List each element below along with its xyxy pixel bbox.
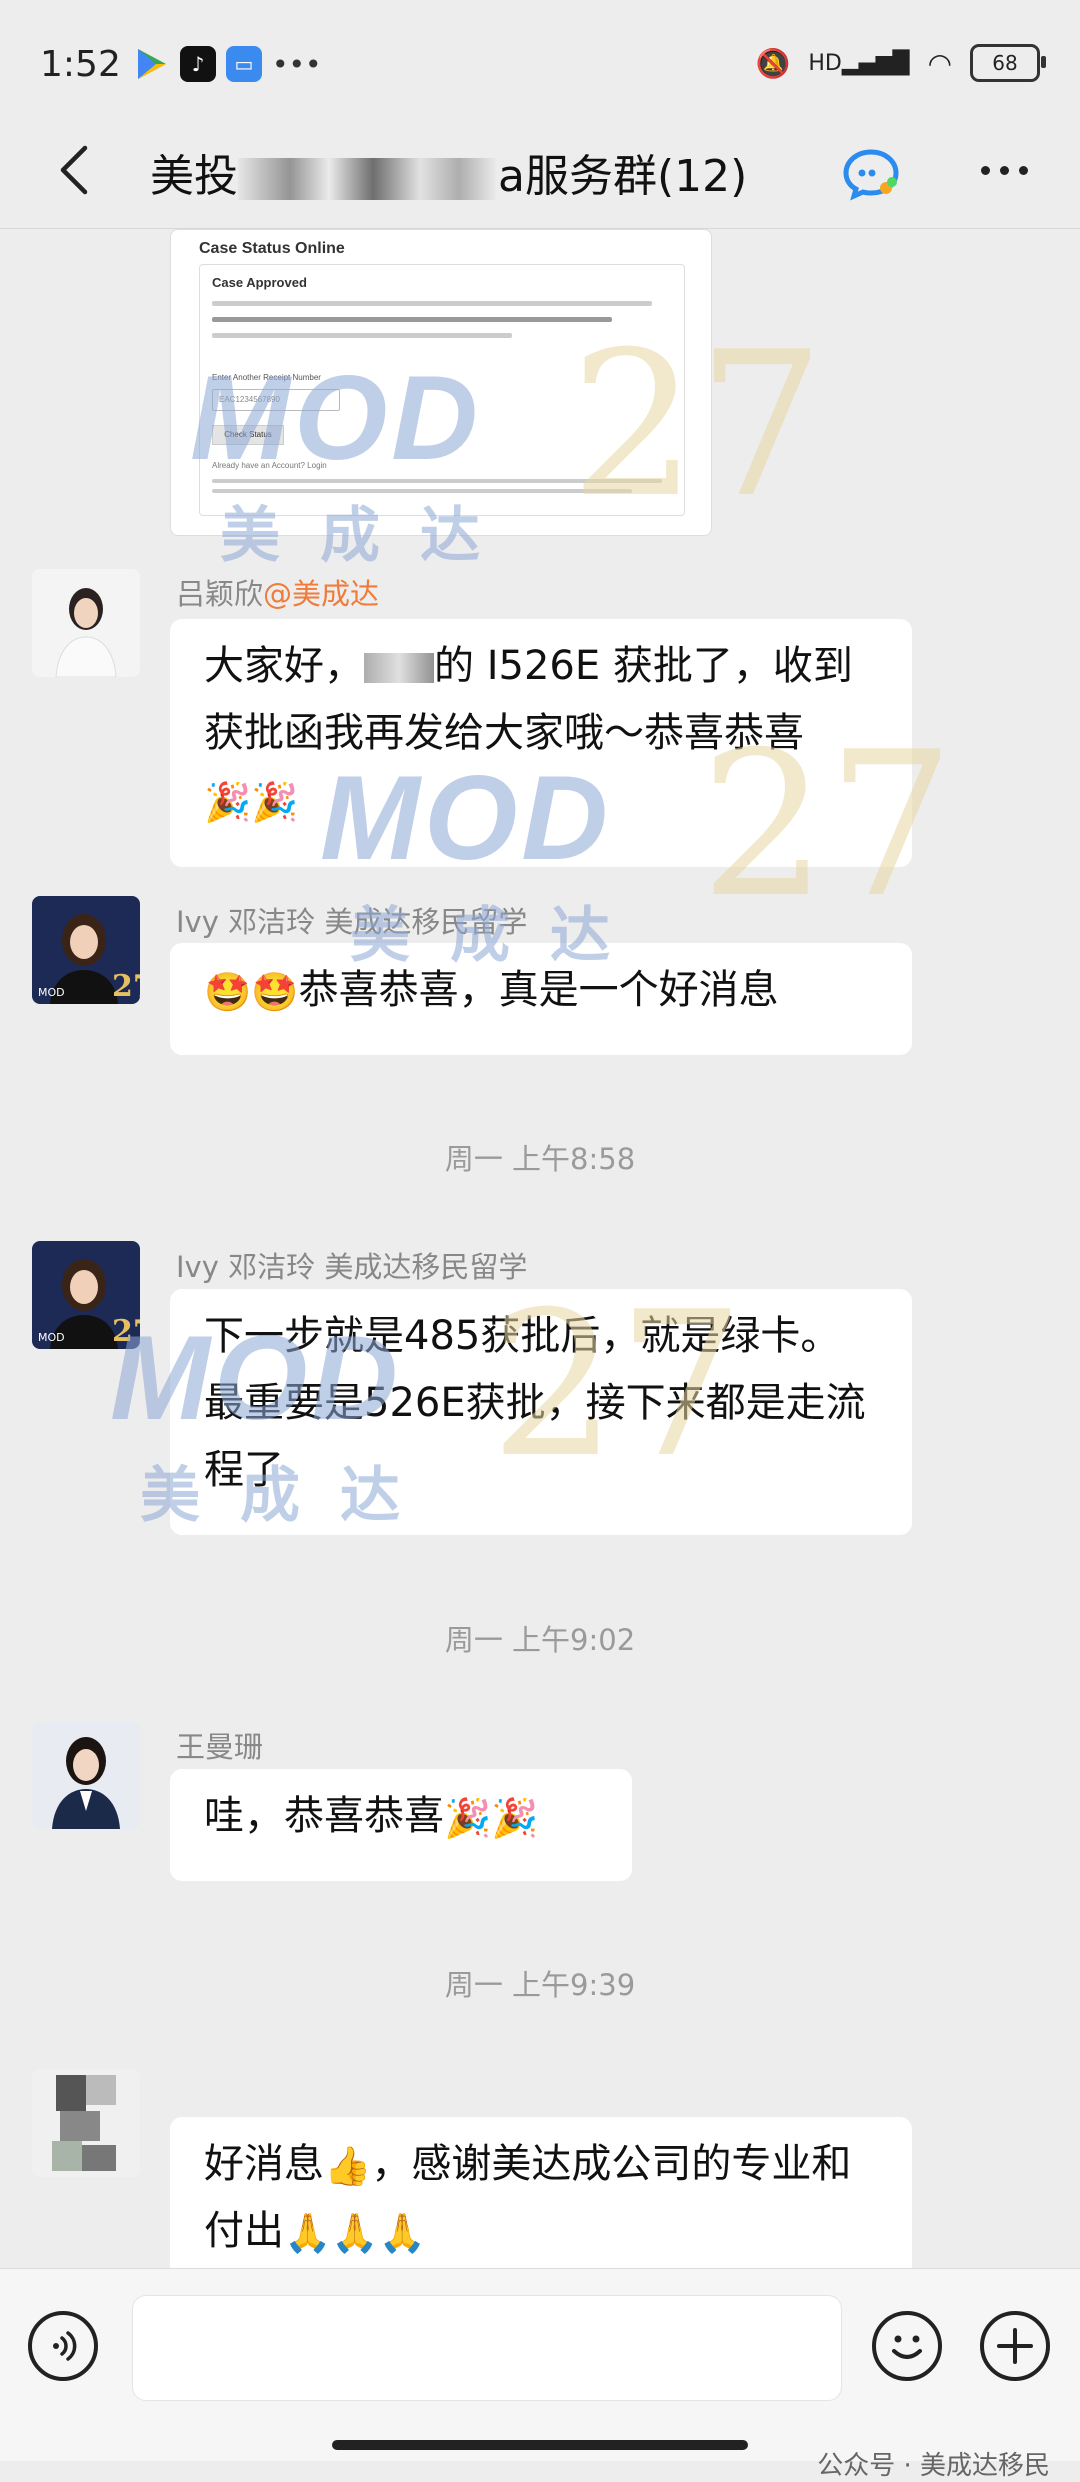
voice-input-button[interactable] <box>28 2311 98 2381</box>
chevron-left-icon <box>60 145 88 195</box>
cool-face-emoji: 🤩🤩 <box>204 970 299 1014</box>
case-status-screenshot: Case Status Online Case Approved Enter A… <box>187 230 695 520</box>
mute-icon: 🔕 <box>755 46 791 80</box>
message-bubble[interactable]: 好消息👍，感谢美达成公司的专业和付出🙏🙏🙏 <box>170 2117 912 2269</box>
screenshot-card-title: Case Approved <box>212 275 307 290</box>
message-bubble[interactable]: 大家好，的 I526E 获批了，收到获批函我再发给大家哦～恭喜恭喜🎉🎉 <box>170 619 912 867</box>
more-options-button[interactable] <box>964 150 1044 190</box>
message-list[interactable]: Case Status Online Case Approved Enter A… <box>0 229 1080 2269</box>
play-store-icon <box>134 46 170 82</box>
redacted-text <box>238 158 498 200</box>
svg-text:27: 27 <box>112 969 140 1004</box>
voice-icon <box>53 2331 77 2361</box>
message-bubble[interactable]: 哇，恭喜恭喜🎉🎉 <box>170 1769 632 1881</box>
more-notifications-icon: ••• <box>272 47 322 81</box>
timestamp: 周一 上午9:02 <box>444 1623 636 1657</box>
group-title: 美投 a服务群(12) <box>150 140 747 204</box>
group-title-suffix: a服务群(12) <box>498 151 748 202</box>
svg-text:27: 27 <box>112 1314 140 1349</box>
image-message[interactable]: Case Status Online Case Approved Enter A… <box>170 229 712 536</box>
input-bar: 公众号 · 美成达移民 <box>0 2268 1080 2481</box>
system-indicators: 🔕 HD▂▄▆█ ◠ 68 <box>755 44 1046 82</box>
group-title-prefix: 美投 <box>150 151 238 202</box>
avatar[interactable] <box>32 1721 140 1829</box>
sender-name: Ivy 邓洁玲 美成达移民留学 <box>176 905 528 939</box>
message-input[interactable] <box>132 2295 842 2401</box>
battery-icon: 68 <box>970 44 1046 82</box>
chat-header: 美投 a服务群(12) <box>0 110 1080 230</box>
emoji-button[interactable] <box>872 2311 942 2381</box>
avatar[interactable]: 27 MOD <box>32 896 140 1004</box>
home-indicator[interactable] <box>332 2440 748 2450</box>
party-popper-emoji: 🎉🎉 <box>204 780 299 824</box>
message-bubble[interactable]: 下一步就是485获批后，就是绿卡。最重要是526E获批，接下来都是走流程了 <box>170 1289 912 1535</box>
screenshot-title: Case Status Online <box>199 240 345 257</box>
tiktok-icon: ♪ <box>180 46 216 82</box>
clock: 1:52 <box>40 44 121 85</box>
timestamp: 周一 上午9:39 <box>444 1968 636 2002</box>
screenshot-card: Case Approved Enter Another Receipt Numb… <box>199 264 685 516</box>
svg-text:MOD: MOD <box>38 1331 65 1344</box>
avatar[interactable] <box>32 2069 140 2177</box>
wallet-icon: ▭ <box>226 46 262 82</box>
sender-tag: @美成达 <box>263 577 380 611</box>
signal-icon: HD▂▄▆█ <box>808 50 910 76</box>
wifi-icon: ◠ <box>927 46 952 80</box>
timestamp: 周一 上午8:58 <box>444 1142 636 1176</box>
message-bubble[interactable]: 🤩🤩恭喜恭喜，真是一个好消息 <box>170 943 912 1055</box>
add-attachment-button[interactable] <box>980 2311 1050 2381</box>
praying-hands-emoji: 🙏🙏🙏 <box>284 2211 426 2255</box>
notification-icons: ♪ ▭ ••• <box>134 46 322 82</box>
plus-icon <box>997 2328 1033 2364</box>
screenshot-link: Already have an Account? Login <box>212 461 327 470</box>
screenshot-field-label: Enter Another Receipt Number <box>212 373 321 382</box>
screenshot-button: Check Status <box>212 425 284 445</box>
back-button[interactable] <box>44 140 104 200</box>
source-credit: 公众号 · 美成达移民 <box>817 2451 1050 2481</box>
smiley-icon <box>892 2335 922 2359</box>
sender-name: Ivy 邓洁玲 美成达移民留学 <box>176 1250 528 1284</box>
avatar[interactable] <box>32 569 140 677</box>
thumbs-up-emoji: 👍 <box>324 2144 372 2188</box>
sender-name: 吕颖欣@美成达 <box>176 577 380 611</box>
redacted-text <box>364 653 434 683</box>
party-popper-emoji: 🎉🎉 <box>444 1796 539 1840</box>
sender-name: 王曼珊 <box>176 1730 264 1764</box>
wecom-chat-icon[interactable] <box>842 144 900 202</box>
avatar[interactable]: 27 MOD <box>32 1241 140 1349</box>
screenshot-field: EAC1234567890 <box>212 389 340 411</box>
svg-text:MOD: MOD <box>38 986 65 999</box>
